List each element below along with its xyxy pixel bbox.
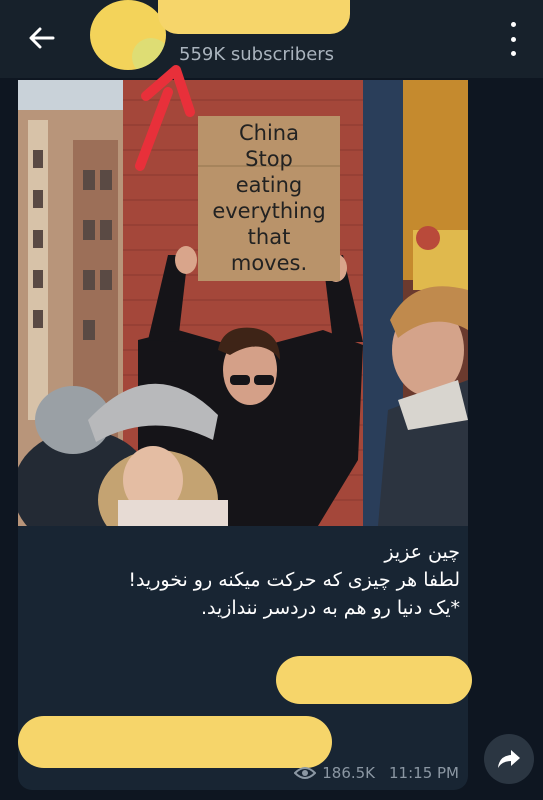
- post-caption: چین عزیز لطفا هر چیزی که حرکت میکنه رو ن…: [42, 538, 460, 622]
- channel-header: 559K subscribers: [0, 0, 543, 78]
- sign-line-2: Stop: [245, 147, 293, 171]
- caption-line: چین عزیز: [384, 541, 460, 563]
- sign-line-1: China: [239, 121, 299, 145]
- redacted-text: [18, 716, 332, 768]
- post-time: 11:15 PM: [389, 764, 459, 782]
- share-forward-icon: [498, 750, 520, 768]
- post-photo[interactable]: China Stop eating everything that moves.: [18, 80, 468, 526]
- photo-illustration: China Stop eating everything that moves.: [18, 80, 468, 526]
- share-button[interactable]: [484, 734, 534, 784]
- caption-line: *یک دنیا رو هم به دردسر نندازید.: [200, 597, 460, 619]
- arrow-left-icon: [29, 27, 55, 49]
- subscriber-count: 559K subscribers: [179, 44, 335, 65]
- sign-line-5: that: [248, 225, 291, 249]
- channel-name-redacted[interactable]: [158, 0, 350, 34]
- post-meta: 186.5K 11:15 PM: [294, 764, 459, 782]
- sign-line-4: everything: [212, 199, 325, 223]
- sign-line-3: eating: [236, 173, 303, 197]
- caption-line: لطفا هر چیزی که حرکت میکنه رو نخورید!: [128, 569, 460, 591]
- view-count: 186.5K: [322, 764, 376, 782]
- eye-icon: [294, 767, 317, 779]
- sign-line-6: moves.: [231, 251, 307, 275]
- kebab-menu-icon: [510, 22, 516, 27]
- annotation-arrow: [135, 65, 195, 171]
- back-button[interactable]: [22, 18, 62, 58]
- more-options-button[interactable]: [503, 22, 523, 56]
- channel-avatar[interactable]: [90, 0, 166, 70]
- redacted-text: [276, 656, 472, 704]
